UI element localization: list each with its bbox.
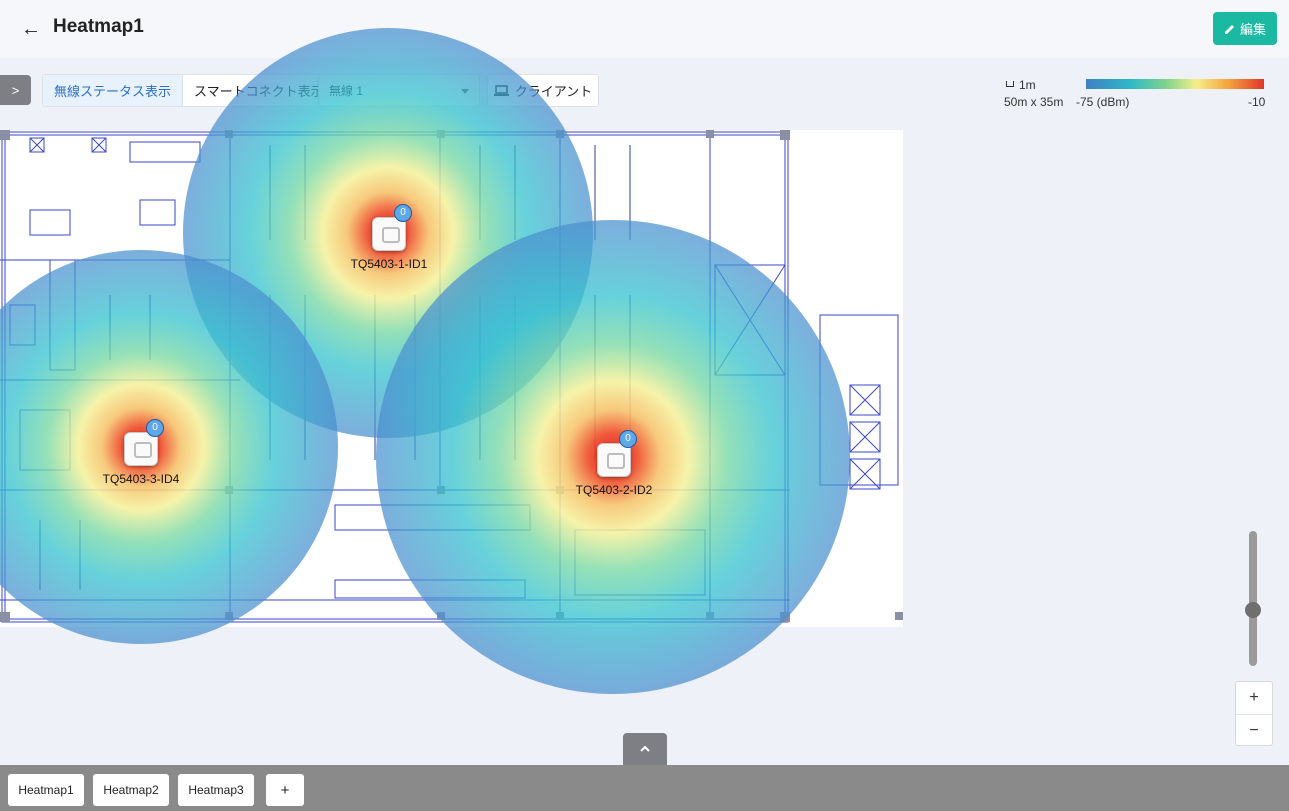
zoom-slider-track[interactable] (1249, 531, 1257, 666)
sidebar-toggle-chevron-right-icon[interactable]: > (0, 75, 31, 105)
chevron-up-icon (640, 745, 650, 752)
edit-button-label: 編集 (1239, 22, 1266, 37)
add-tab-button[interactable]: + (266, 774, 304, 806)
view-mode-toggle: 無線ステータス表示 スマートコネクト表示 (42, 74, 336, 107)
edit-button[interactable]: 編集 (1213, 12, 1277, 45)
signal-legend: 1m 50m x 35m -75 (dBm) -10 (1004, 78, 1274, 110)
access-point-label: TQ5403-3-ID4 (102, 472, 180, 486)
access-point[interactable]: 0 TQ5403-2-ID2 (576, 430, 652, 497)
access-point-label: TQ5403-1-ID1 (350, 257, 428, 271)
scale-label: 1m (1019, 78, 1036, 92)
access-point-icon[interactable] (372, 217, 406, 251)
tab-heatmap2[interactable]: Heatmap2 (93, 774, 169, 806)
signal-max-label: -10 (1248, 95, 1266, 109)
header: ← Heatmap1 編集 (0, 0, 1289, 58)
client-button-label: クライアント (514, 84, 593, 99)
access-point[interactable]: 0 TQ5403-3-ID4 (103, 419, 179, 486)
smart-connect-view-button[interactable]: スマートコネクト表示 (182, 75, 335, 106)
collapse-chevron-up-icon[interactable] (623, 733, 667, 765)
tab-heatmap3[interactable]: Heatmap3 (178, 774, 254, 806)
tab-heatmap1[interactable]: Heatmap1 (8, 774, 84, 806)
page-title: Heatmap1 (53, 16, 144, 37)
zoom-in-button[interactable]: + (1236, 682, 1272, 714)
back-arrow-icon[interactable]: ← (18, 16, 44, 42)
wireless-status-view-button[interactable]: 無線ステータス表示 (43, 75, 183, 106)
floor-plan[interactable] (0, 130, 903, 627)
zoom-out-button[interactable]: − (1236, 714, 1272, 746)
zoom-buttons: + − (1235, 681, 1273, 746)
radio-select[interactable]: 無線 1 (318, 74, 480, 107)
signal-min-label: -75 (dBm) (1076, 95, 1130, 109)
chevron-down-icon (461, 89, 469, 94)
radio-select-value: 無線 1 (329, 84, 364, 98)
access-point-icon[interactable] (597, 443, 631, 477)
access-point-icon[interactable] (124, 432, 158, 466)
scale-ruler-icon (1006, 81, 1014, 87)
zoom-slider-handle[interactable] (1245, 602, 1261, 618)
heatmap-tab-bar: Heatmap1 Heatmap2 Heatmap3 + (0, 765, 1289, 811)
floor-plan-drawing (0, 130, 903, 623)
access-point[interactable]: 0 TQ5403-1-ID1 (351, 204, 427, 271)
pencil-icon (1224, 24, 1234, 34)
client-count-badge: 0 (619, 430, 637, 448)
signal-gradient-bar (1086, 79, 1264, 89)
laptop-icon (493, 84, 509, 96)
client-button[interactable]: クライアント (487, 74, 599, 107)
client-count-badge: 0 (146, 419, 164, 437)
client-count-badge: 0 (394, 204, 412, 222)
map-dimensions: 50m x 35m (1004, 95, 1064, 109)
access-point-label: TQ5403-2-ID2 (575, 483, 653, 497)
